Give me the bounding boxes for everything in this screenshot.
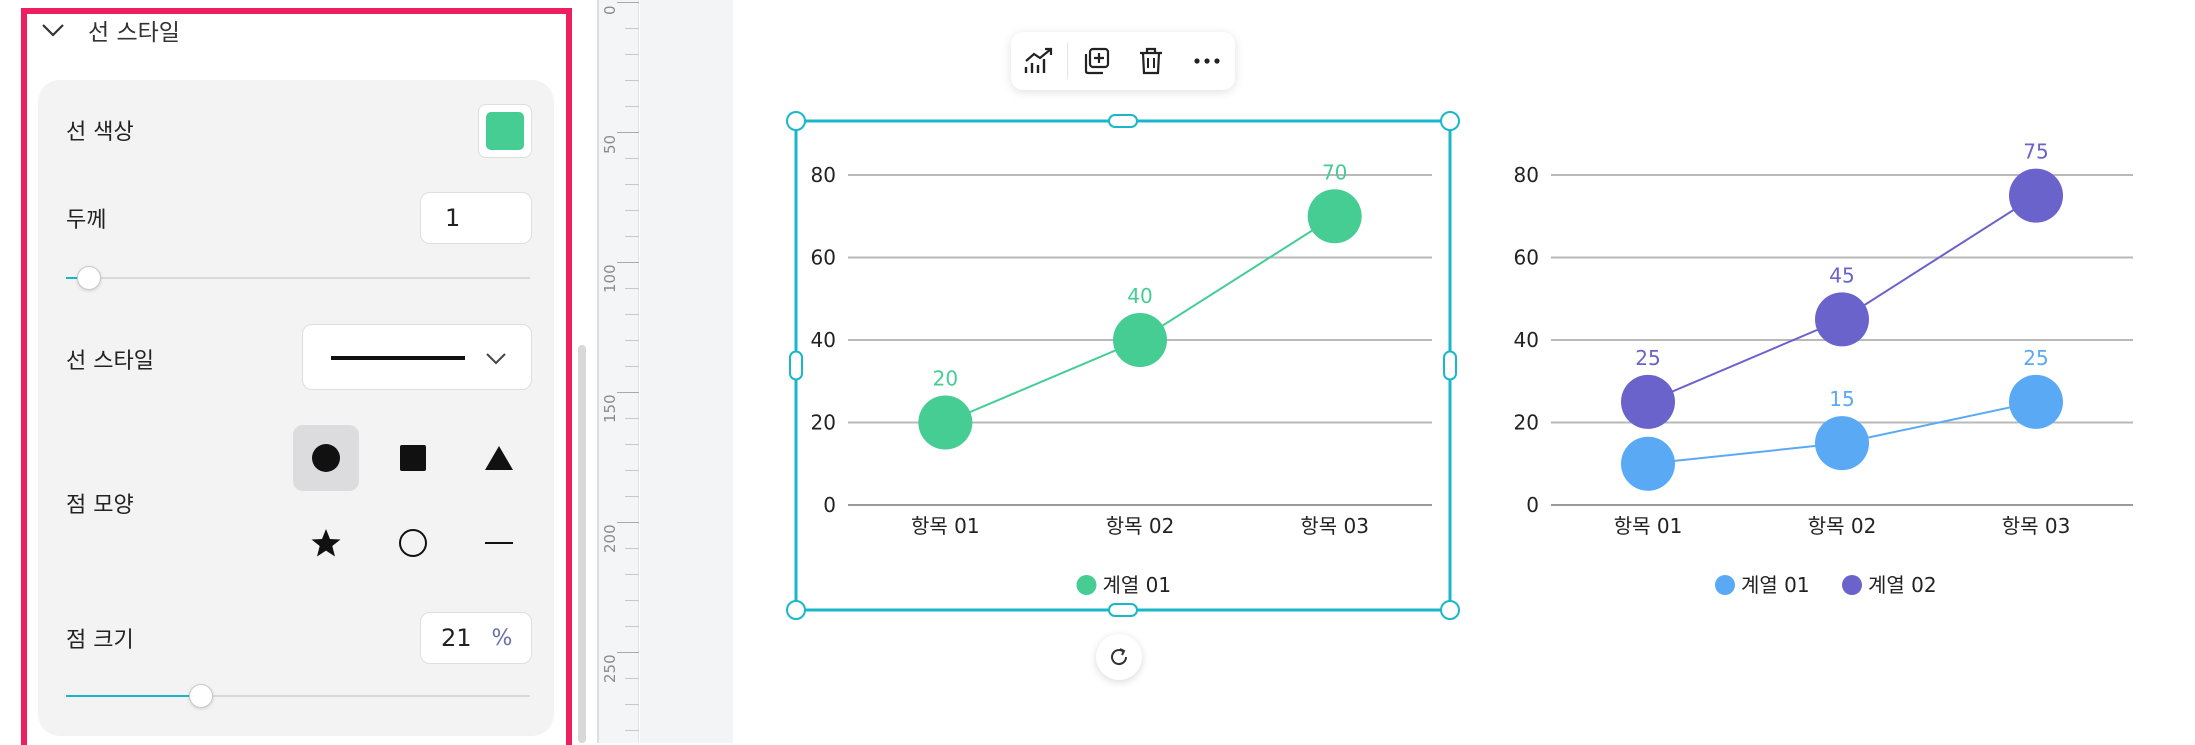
resize-handle-corner[interactable] (1440, 600, 1460, 620)
legend-marker (1715, 575, 1735, 595)
data-point (2009, 374, 2063, 429)
y-tick-label: 20 (811, 411, 836, 435)
data-point (1307, 189, 1362, 244)
y-tick-label: 80 (811, 163, 836, 187)
data-point (1815, 416, 1869, 471)
rotate-icon (1111, 648, 1128, 666)
x-tick-label: 항목 03 (1300, 514, 1369, 538)
resize-handle-corner[interactable] (786, 111, 806, 131)
legend-marker (1076, 575, 1097, 595)
resize-handle-corner[interactable] (1440, 111, 1460, 131)
data-point (1621, 436, 1675, 491)
legend-label: 계열 01 (1103, 573, 1172, 597)
x-tick-label: 항목 03 (2002, 514, 2071, 538)
data-point (1815, 292, 1869, 347)
x-tick-label: 항목 02 (1106, 514, 1175, 538)
data-label: 45 (1829, 263, 1854, 287)
y-tick-label: 20 (1514, 411, 1539, 435)
y-tick-label: 40 (811, 328, 836, 352)
data-label: 20 (933, 367, 958, 391)
data-point (1621, 374, 1675, 429)
x-tick-label: 항목 01 (911, 514, 980, 538)
data-point (918, 395, 973, 450)
rotate-button[interactable] (1096, 634, 1142, 680)
resize-handle-edge[interactable] (1443, 350, 1457, 381)
y-tick-label: 80 (1514, 163, 1539, 187)
legend-marker (1842, 575, 1862, 595)
x-tick-label: 항목 01 (1614, 514, 1683, 538)
legend-label: 계열 01 (1741, 573, 1810, 597)
data-label: 25 (1635, 346, 1660, 370)
legend-label: 계열 02 (1868, 573, 1937, 597)
data-label: 70 (1322, 160, 1347, 184)
resize-handle-edge[interactable] (789, 350, 803, 381)
data-label: 15 (1829, 387, 1854, 411)
data-label: 25 (2023, 346, 2048, 370)
resize-handle-corner[interactable] (786, 600, 806, 620)
y-tick-label: 60 (1514, 246, 1539, 270)
resize-handle-edge[interactable] (1108, 603, 1138, 617)
data-point (2009, 168, 2063, 223)
resize-handle-edge[interactable] (1108, 114, 1138, 128)
charts-layer: 0 20 40 60 80 항목 01 항목 02 항목 03 20 40 70 계열 01 0 20 40… (786, 111, 2133, 620)
data-label: 75 (2023, 140, 2048, 164)
y-tick-label: 40 (1514, 328, 1539, 352)
data-point (1113, 313, 1167, 367)
x-tick-label: 항목 02 (1808, 514, 1877, 538)
y-tick-label: 0 (1526, 493, 1539, 517)
y-tick-label: 60 (811, 246, 836, 270)
data-label: 40 (1127, 284, 1152, 308)
y-tick-label: 0 (823, 493, 836, 517)
